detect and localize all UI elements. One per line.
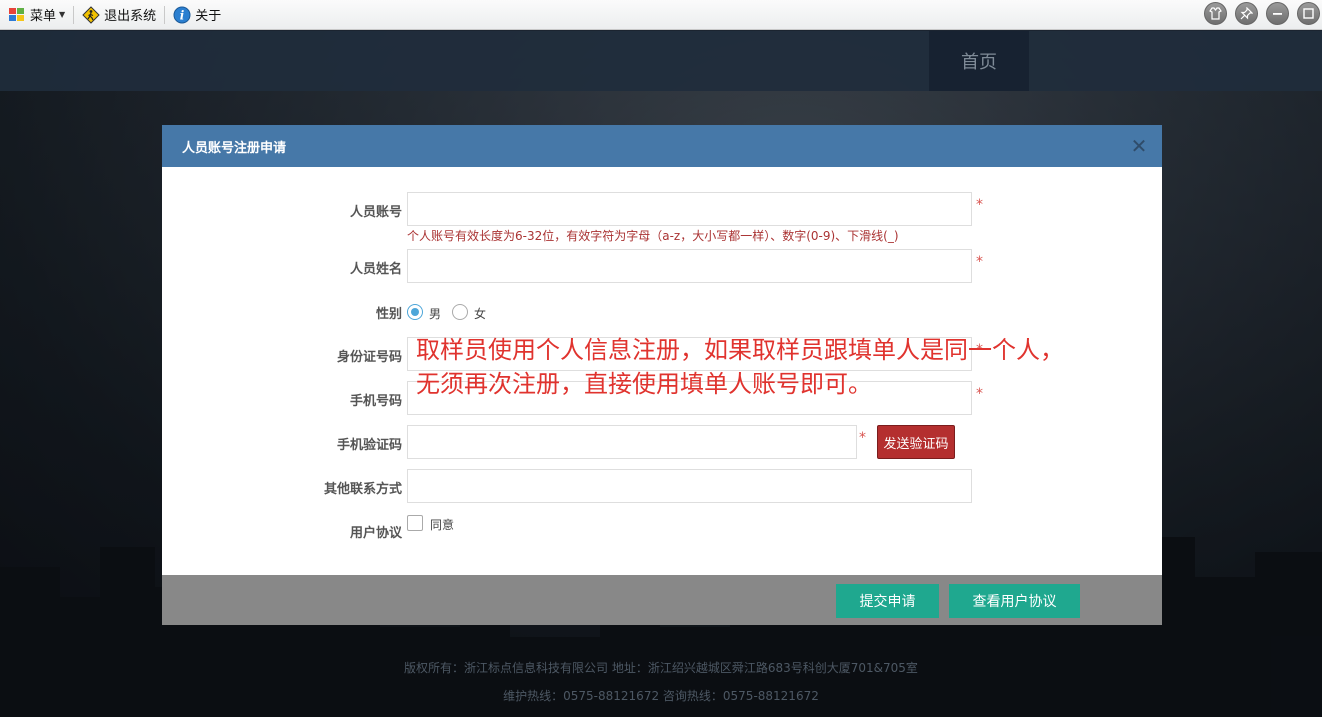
required-mark: * bbox=[859, 430, 866, 446]
other-contact-input[interactable] bbox=[407, 469, 972, 503]
maximize-icon[interactable] bbox=[1297, 2, 1320, 25]
gender-male-radio[interactable] bbox=[407, 304, 423, 320]
gender-label: 性别 bbox=[375, 307, 402, 322]
menu-icon bbox=[8, 6, 26, 24]
dialog-header: 人员账号注册申请 ✕ bbox=[162, 125, 1162, 167]
annotation-line-2: 无须再次注册，直接使用填单人账号即可。 bbox=[416, 370, 872, 398]
footer-hotline: 维护热线：0575-88121672 咨询热线：0575-88121672 bbox=[503, 689, 819, 703]
logout-label: 退出系统 bbox=[104, 9, 157, 24]
agreement-label: 用户协议 bbox=[349, 526, 402, 541]
toolbar-divider bbox=[73, 5, 75, 24]
minimize-icon[interactable] bbox=[1266, 2, 1289, 25]
app-toolbar: 菜单 ▼ 退出系统 i 关于 bbox=[0, 0, 1322, 30]
toolbar-divider bbox=[164, 5, 166, 24]
gender-female-text: 女 bbox=[474, 307, 487, 321]
dialog-title: 人员账号注册申请 bbox=[182, 140, 287, 156]
window-controls bbox=[1204, 2, 1320, 25]
info-icon: i bbox=[173, 6, 191, 24]
view-agreement-button[interactable]: 查看用户协议 bbox=[949, 584, 1080, 618]
sms-label: 手机验证码 bbox=[336, 438, 402, 453]
skin-icon[interactable] bbox=[1204, 2, 1227, 25]
other-contact-label: 其他联系方式 bbox=[323, 482, 402, 497]
account-input[interactable] bbox=[407, 192, 972, 226]
annotation-text: 取样员使用个人信息注册，如果取样员跟填单人是同一个人， 无须再次注册，直接使用填… bbox=[416, 333, 1156, 401]
agree-text: 同意 bbox=[430, 518, 455, 532]
agree-checkbox[interactable] bbox=[407, 515, 423, 531]
required-mark: * bbox=[976, 254, 983, 270]
footer-copyright: 版权所有：浙江标点信息科技有限公司 地址：浙江绍兴越城区舜江路683号科创大厦7… bbox=[404, 661, 918, 675]
dialog-footer: 提交申请 查看用户协议 bbox=[162, 575, 1162, 625]
name-label: 人员姓名 bbox=[349, 262, 402, 277]
menu-label: 菜单 bbox=[30, 9, 57, 24]
gender-male-text: 男 bbox=[429, 307, 442, 321]
phone-label: 手机号码 bbox=[349, 394, 402, 409]
close-icon[interactable]: ✕ bbox=[1130, 136, 1148, 156]
nav-home[interactable]: 首页 bbox=[929, 31, 1029, 91]
annotation-line-1: 取样员使用个人信息注册，如果取样员跟填单人是同一个人， bbox=[416, 336, 1064, 364]
logout-button[interactable]: 退出系统 bbox=[76, 3, 162, 27]
submit-button[interactable]: 提交申请 bbox=[836, 584, 939, 618]
chevron-down-icon: ▼ bbox=[59, 10, 66, 19]
send-code-button[interactable]: 发送验证码 bbox=[877, 425, 955, 459]
about-button[interactable]: i 关于 bbox=[167, 3, 227, 27]
name-input[interactable] bbox=[407, 249, 972, 283]
id-label: 身份证号码 bbox=[336, 350, 402, 365]
gender-female-radio[interactable] bbox=[452, 304, 468, 320]
pin-icon[interactable] bbox=[1235, 2, 1258, 25]
menu-button[interactable]: 菜单 ▼ bbox=[2, 3, 71, 27]
svg-text:i: i bbox=[180, 8, 185, 22]
sms-code-input[interactable] bbox=[407, 425, 857, 459]
walking-person-icon bbox=[82, 5, 100, 24]
required-mark: * bbox=[976, 197, 983, 213]
page-header bbox=[0, 31, 1322, 91]
account-hint: 个人账号有效长度为6-32位，有效字符为字母（a-z，大小写都一样）、数字(0-… bbox=[407, 229, 899, 243]
account-label: 人员账号 bbox=[349, 205, 402, 220]
about-label: 关于 bbox=[195, 9, 222, 24]
